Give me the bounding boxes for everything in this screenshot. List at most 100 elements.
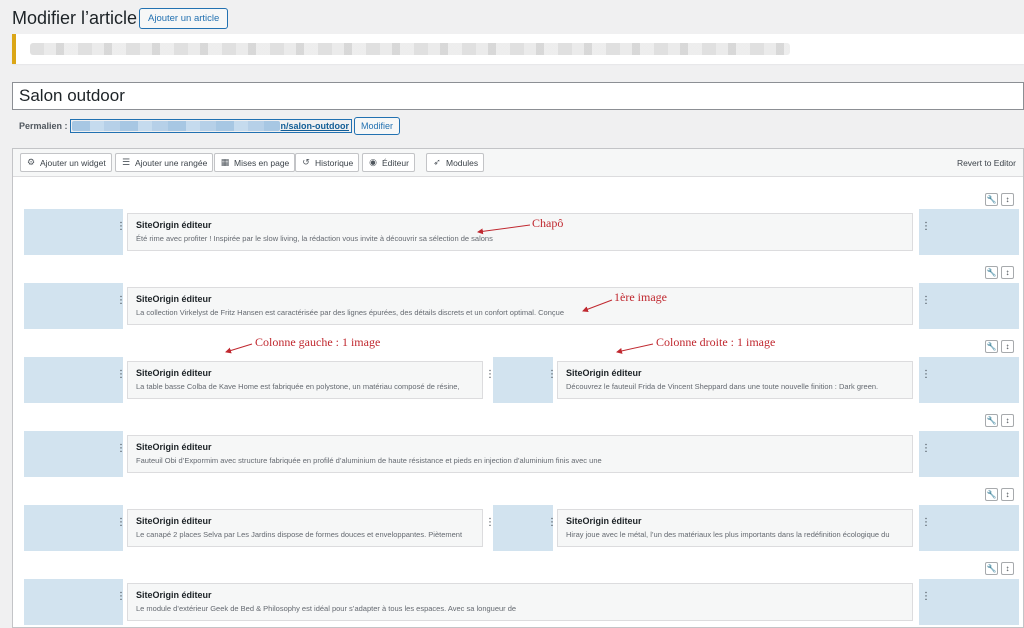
- widget-title: SiteOrigin éditeur: [136, 368, 212, 378]
- row-tools: 🔧 ↕: [985, 488, 1014, 501]
- wrench-icon[interactable]: 🔧: [985, 488, 998, 501]
- row-tools: 🔧 ↕: [985, 414, 1014, 427]
- layouts-label: Mises en page: [234, 157, 290, 168]
- annotation-chapo: Chapô: [532, 216, 564, 230]
- move-icon[interactable]: ↕: [1001, 562, 1014, 575]
- move-icon[interactable]: ↕: [1001, 340, 1014, 353]
- add-row-label: Ajouter une rangée: [135, 157, 208, 168]
- wrench-icon[interactable]: 🔧: [985, 266, 998, 279]
- drag-handle-icon[interactable]: ⋮: [921, 370, 931, 380]
- add-widget-label: Ajouter un widget: [40, 157, 106, 168]
- blurred-url: [71, 121, 280, 131]
- move-icon[interactable]: ↕: [1001, 193, 1014, 206]
- widget[interactable]: SiteOrigin éditeur Le canapé 2 places Se…: [127, 509, 483, 547]
- widget-desc: Été rime avec profiter ! Inspirée par le…: [136, 234, 493, 243]
- drag-handle-icon[interactable]: ⋮: [485, 370, 495, 380]
- widget-desc: Le canapé 2 places Selva par Les Jardins…: [136, 530, 463, 539]
- drag-handle-icon[interactable]: ⋮: [116, 296, 126, 306]
- widget[interactable]: SiteOrigin éditeur Été rime avec profite…: [127, 213, 913, 251]
- add-row-button[interactable]: ☰ Ajouter une rangée: [115, 153, 214, 172]
- drag-handle-icon[interactable]: ⋮: [921, 222, 931, 232]
- drag-handle-icon[interactable]: ⋮: [116, 444, 126, 454]
- rocket-icon: ➶: [433, 157, 441, 167]
- wrench-icon[interactable]: 🔧: [985, 414, 998, 427]
- wrench-icon[interactable]: 🔧: [985, 193, 998, 206]
- drag-handle-icon[interactable]: ⋮: [921, 518, 931, 528]
- widget[interactable]: SiteOrigin éditeur Le module d’extérieur…: [127, 583, 913, 621]
- widget-title: SiteOrigin éditeur: [136, 442, 212, 452]
- widget[interactable]: SiteOrigin éditeur La collection Virkely…: [127, 287, 913, 325]
- row-tools: 🔧 ↕: [985, 340, 1014, 353]
- admin-notice: [12, 34, 1024, 64]
- move-icon[interactable]: ↕: [1001, 488, 1014, 501]
- permalink-slug[interactable]: n/salon-outdoor: [281, 121, 352, 131]
- blurred-notice-text: [30, 43, 790, 55]
- editor-icon: ◉: [369, 157, 377, 167]
- builder-row: ⋮ SiteOrigin éditeur Été rime avec profi…: [24, 209, 1019, 255]
- editor-button[interactable]: ◉ Éditeur: [362, 153, 415, 172]
- annotation-right-column: Colonne droite : 1 image: [656, 335, 776, 349]
- move-icon[interactable]: ↕: [1001, 414, 1014, 427]
- widget-title: SiteOrigin éditeur: [136, 590, 212, 600]
- widget-desc: Fauteuil Obi d’Expormim avec structure f…: [136, 456, 602, 465]
- drag-handle-icon[interactable]: ⋮: [116, 592, 126, 602]
- widget-desc: Le module d’extérieur Geek de Bed & Phil…: [136, 604, 517, 613]
- wrench-icon[interactable]: 🔧: [985, 562, 998, 575]
- post-title-input[interactable]: Salon outdoor: [12, 82, 1024, 110]
- add-post-button[interactable]: Ajouter un article: [139, 8, 229, 29]
- widget-desc: Hiray joue avec le métal, l’un des matér…: [566, 530, 890, 539]
- add-widget-button[interactable]: ⚙ Ajouter un widget: [20, 153, 112, 172]
- page-builder: ⚙ Ajouter un widget ☰ Ajouter une rangée…: [12, 148, 1024, 628]
- builder-row: ⋮ SiteOrigin éditeur Fauteuil Obi d’Expo…: [24, 431, 1019, 477]
- permalink-label: Permalien :: [19, 121, 68, 131]
- row-tools: 🔧 ↕: [985, 562, 1014, 575]
- annotation-left-column: Colonne gauche : 1 image: [255, 335, 381, 349]
- history-button[interactable]: ↺ Historique: [295, 153, 360, 172]
- drag-handle-icon[interactable]: ⋮: [116, 222, 126, 232]
- drag-handle-icon[interactable]: ⋮: [547, 518, 557, 528]
- permalink-url[interactable]: n/salon-outdoor: [69, 119, 353, 133]
- row-cell: ⋮ SiteOrigin éditeur Le module d’extérie…: [116, 579, 931, 625]
- widget-title: SiteOrigin éditeur: [566, 516, 642, 526]
- widget-desc: Découvrez le fauteuil Frida de Vincent S…: [566, 382, 879, 391]
- builder-row: ⋮ SiteOrigin éditeur Le module d’extérie…: [24, 579, 1019, 625]
- widget-desc: La collection Virkelyst de Fritz Hansen …: [136, 308, 564, 317]
- history-label: Historique: [315, 157, 354, 168]
- drag-handle-icon[interactable]: ⋮: [116, 518, 126, 528]
- widget[interactable]: SiteOrigin éditeur Fauteuil Obi d’Exporm…: [127, 435, 913, 473]
- move-icon[interactable]: ↕: [1001, 266, 1014, 279]
- editor-label: Éditeur: [382, 157, 409, 168]
- widget-title: SiteOrigin éditeur: [136, 516, 212, 526]
- permalink-modify-button[interactable]: Modifier: [354, 117, 401, 135]
- builder-row: ⋮ SiteOrigin éditeur La collection Virke…: [24, 283, 1019, 329]
- widget-title: SiteOrigin éditeur: [136, 220, 212, 230]
- drag-handle-icon[interactable]: ⋮: [547, 370, 557, 380]
- drag-handle-icon[interactable]: ⋮: [921, 444, 931, 454]
- revert-to-editor-link[interactable]: Revert to Editor: [957, 158, 1016, 168]
- row-cell: ⋮ SiteOrigin éditeur Hiray joue avec le …: [547, 505, 931, 551]
- drag-handle-icon[interactable]: ⋮: [921, 592, 931, 602]
- drag-handle-icon[interactable]: ⋮: [116, 370, 126, 380]
- row-cell: ⋮ SiteOrigin éditeur La collection Virke…: [116, 283, 931, 329]
- row-tools: 🔧 ↕: [985, 266, 1014, 279]
- modules-label: Modules: [446, 157, 479, 168]
- widget[interactable]: SiteOrigin éditeur La table basse Colba …: [127, 361, 483, 399]
- row-tools: 🔧 ↕: [985, 193, 1014, 206]
- widget-title: SiteOrigin éditeur: [566, 368, 642, 378]
- permalink-bar: Permalien : n/salon-outdoor Modifier: [19, 117, 401, 135]
- widget[interactable]: SiteOrigin éditeur Hiray joue avec le mé…: [557, 509, 913, 547]
- wrench-icon[interactable]: 🔧: [985, 340, 998, 353]
- builder-toolbar: ⚙ Ajouter un widget ☰ Ajouter une rangée…: [13, 149, 1023, 177]
- row-cell: ⋮ SiteOrigin éditeur Été rime avec profi…: [116, 209, 931, 255]
- row-cell: ⋮ SiteOrigin éditeur Fauteuil Obi d’Expo…: [116, 431, 931, 477]
- widget-desc: La table basse Colba de Kave Home est fa…: [136, 382, 460, 391]
- layouts-button[interactable]: ▦ Mises en page: [214, 153, 296, 172]
- drag-handle-icon[interactable]: ⋮: [921, 296, 931, 306]
- drag-handle-icon[interactable]: ⋮: [485, 518, 495, 528]
- row-icon: ☰: [121, 157, 131, 167]
- widget-title: SiteOrigin éditeur: [136, 294, 212, 304]
- modules-button[interactable]: ➶ Modules: [426, 153, 485, 172]
- layout-icon: ▦: [220, 157, 230, 167]
- widget[interactable]: SiteOrigin éditeur Découvrez le fauteuil…: [557, 361, 913, 399]
- builder-row: ⋮ SiteOrigin éditeur La table basse Colb…: [24, 357, 1019, 403]
